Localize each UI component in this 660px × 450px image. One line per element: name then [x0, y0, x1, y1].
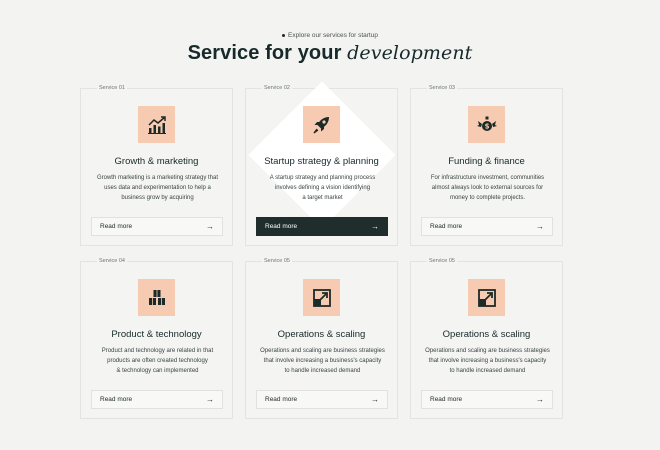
read-more-button[interactable]: Read more →: [91, 390, 223, 409]
rocket-icon: [303, 106, 340, 143]
service-description: Growth marketing is a marketing strategy…: [96, 175, 219, 201]
button-label: Read more: [100, 396, 133, 403]
hover-diamond-highlight: [248, 81, 396, 229]
service-label: Service 03: [427, 85, 457, 91]
service-title: Funding & finance: [448, 156, 525, 167]
service-title: Operations & scaling: [277, 329, 366, 340]
scale-arrow-icon: [303, 279, 340, 316]
button-label: Read more: [265, 223, 298, 230]
service-description: Operations and scaling are business stra…: [260, 348, 385, 374]
service-card-02: Service 02 Startup strategy & planning A…: [245, 81, 398, 246]
service-title: Startup strategy & planning: [264, 156, 379, 167]
service-label: Service 05: [427, 258, 457, 264]
button-label: Read more: [100, 223, 133, 230]
arrow-right-icon: →: [206, 395, 214, 404]
scale-arrow-icon: [468, 279, 505, 316]
title-accent: development: [347, 42, 473, 64]
service-card-03: Service 03 $ Funding & finance For infra…: [410, 85, 563, 246]
service-card-05: Service 05 Operations & scaling Operatio…: [245, 258, 398, 419]
arrow-right-icon: →: [536, 222, 544, 231]
service-label: Service 04: [97, 258, 127, 264]
service-card-06: Service 05 Operations & scaling Operatio…: [410, 258, 563, 419]
read-more-button[interactable]: Read more →: [256, 217, 388, 236]
service-title: Product & technology: [111, 329, 202, 340]
page-title: Service for your development: [0, 42, 660, 65]
section-eyebrow: Explore our services for startup: [0, 32, 660, 39]
service-title: Growth & marketing: [114, 156, 199, 167]
service-description: Operations and scaling are business stra…: [425, 348, 550, 374]
growth-chart-icon: [138, 106, 175, 143]
arrow-right-icon: →: [371, 222, 379, 231]
service-description: A startup strategy and planning process …: [269, 175, 376, 201]
read-more-button[interactable]: Read more →: [256, 390, 388, 409]
service-label: Service 05: [262, 258, 292, 264]
service-card-01: Service 01 Growth & marketing Growth mar…: [80, 85, 233, 246]
service-title: Operations & scaling: [442, 329, 531, 340]
read-more-button[interactable]: Read more →: [421, 390, 553, 409]
arrow-right-icon: →: [536, 395, 544, 404]
title-main: Service for your: [187, 42, 342, 64]
svg-text:$: $: [484, 122, 489, 130]
funding-icon: $: [468, 106, 505, 143]
button-label: Read more: [430, 223, 463, 230]
blocks-icon: [138, 279, 175, 316]
service-label: Service 01: [97, 85, 127, 91]
bullet-dot-icon: [282, 33, 286, 37]
service-label: Service 02: [262, 85, 292, 91]
button-label: Read more: [430, 396, 463, 403]
arrow-right-icon: →: [371, 395, 379, 404]
service-description: For infrastructure investment, communiti…: [430, 175, 545, 201]
service-description: Product and technology are related in th…: [101, 348, 214, 374]
service-card-04: Service 04 Product & technology Product …: [80, 258, 233, 419]
eyebrow-text: Explore our services for startup: [288, 32, 378, 39]
button-label: Read more: [265, 396, 298, 403]
arrow-right-icon: →: [206, 222, 214, 231]
read-more-button[interactable]: Read more →: [91, 217, 223, 236]
read-more-button[interactable]: Read more →: [421, 217, 553, 236]
